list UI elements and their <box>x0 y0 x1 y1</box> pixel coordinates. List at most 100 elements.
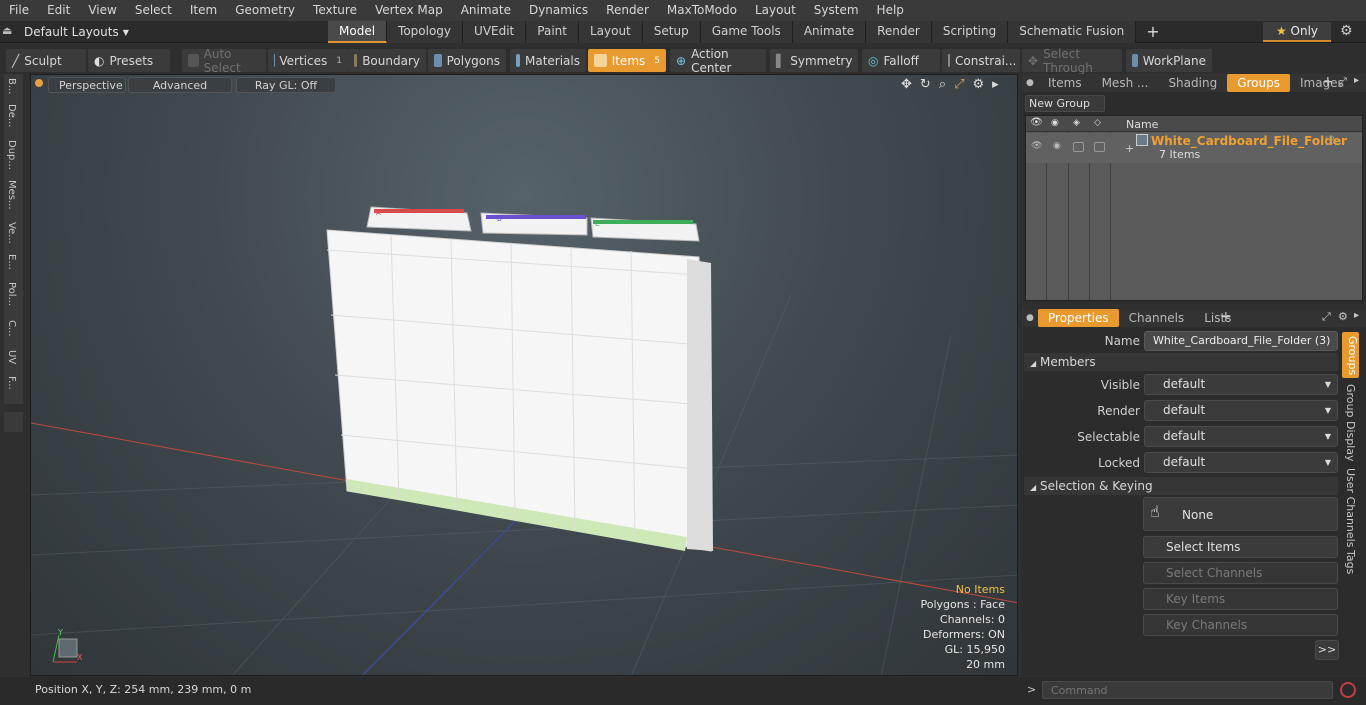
menu-select[interactable]: Select <box>126 0 181 21</box>
sculpt-button[interactable]: ╱ Sculpt <box>6 49 86 72</box>
left-strip-tab[interactable]: De... <box>6 104 17 127</box>
properties-tab-channels[interactable]: Channels <box>1119 309 1195 327</box>
selectable-select[interactable]: default <box>1144 426 1338 447</box>
menu-item[interactable]: Item <box>181 0 226 21</box>
record-icon[interactable] <box>1340 682 1356 698</box>
expand-icon[interactable]: ⤢ <box>1338 75 1347 89</box>
visible-select[interactable]: default <box>1144 374 1338 395</box>
render-select[interactable]: default <box>1144 400 1338 421</box>
groups-tab-items[interactable]: Items <box>1038 74 1092 92</box>
mode-tab-layout[interactable]: Layout <box>578 21 643 43</box>
more-button[interactable]: >> <box>1315 640 1339 660</box>
menu-layout[interactable]: Layout <box>746 0 805 21</box>
row-select-box[interactable] <box>1094 142 1105 152</box>
menu-render[interactable]: Render <box>597 0 658 21</box>
lock-col-icon[interactable]: ◈ <box>1073 118 1080 128</box>
menu-vertex-map[interactable]: Vertex Map <box>366 0 452 21</box>
command-input[interactable] <box>1042 681 1333 699</box>
locked-select[interactable]: default <box>1144 452 1338 473</box>
row-lock-box[interactable] <box>1073 142 1084 152</box>
left-strip-tab[interactable]: Dup... <box>6 140 17 170</box>
expand-icon[interactable]: ⤢ <box>1322 310 1331 324</box>
key-channels-button[interactable]: Key Channels <box>1143 614 1338 636</box>
group-row[interactable]: 👁 ◉ + White_Cardboard_File_Folder (3... … <box>1026 133 1362 163</box>
materials-button[interactable]: Materials <box>510 49 586 72</box>
3d-viewport[interactable]: Perspective Advanced Ray GL: Off ✥ ↻ ⌕ ⤢… <box>30 74 1018 676</box>
auto-select-button[interactable]: Auto Select <box>182 47 266 75</box>
panel-arrow-icon[interactable]: ▸ <box>1354 75 1359 86</box>
left-strip-tab[interactable]: C... <box>6 320 17 337</box>
menu-system[interactable]: System <box>805 0 868 21</box>
left-strip-tab[interactable]: F... <box>6 376 17 390</box>
add-tab-icon[interactable]: + <box>1220 309 1232 325</box>
mode-tab-model[interactable]: Model <box>328 21 388 43</box>
menu-file[interactable]: File <box>0 0 38 21</box>
expand-plus-icon[interactable]: + <box>1125 142 1134 155</box>
groups-tab-mesh[interactable]: Mesh ... <box>1092 74 1159 92</box>
presets-button[interactable]: ◐ Presets <box>88 49 170 72</box>
groups-tab-shading[interactable]: Shading <box>1158 74 1227 92</box>
mode-tab-render[interactable]: Render <box>866 21 932 43</box>
items-button[interactable]: Items 5 <box>588 49 666 72</box>
menu-dynamics[interactable]: Dynamics <box>520 0 597 21</box>
name-field[interactable]: White_Cardboard_File_Folder (3) <box>1144 331 1338 351</box>
panel-arrow-icon[interactable]: ▸ <box>1354 310 1359 321</box>
select-col-icon[interactable]: ◇ <box>1094 118 1101 128</box>
left-strip-tab[interactable]: E... <box>6 254 17 270</box>
new-group-button[interactable]: New Group <box>1025 95 1105 112</box>
render-col-icon[interactable]: ◉ <box>1051 118 1059 128</box>
mode-tab-setup[interactable]: Setup <box>642 21 701 43</box>
panel-menu-icon[interactable]: ● <box>1026 313 1034 323</box>
left-strip-tab[interactable]: Pol... <box>6 282 17 306</box>
mode-tab-animate[interactable]: Animate <box>792 21 867 43</box>
mode-tab-topology[interactable]: Topology <box>387 21 464 43</box>
layout-dropdown[interactable]: Default Layouts ▼ <box>24 21 129 43</box>
properties-tab-lists[interactable]: Lists <box>1194 309 1241 327</box>
gear-icon[interactable]: ⚙ <box>1340 23 1353 39</box>
row-eye-icon[interactable]: 👁 <box>1031 141 1042 151</box>
menu-edit[interactable]: Edit <box>38 0 79 21</box>
action-center-button[interactable]: ⊕ Action Center <box>670 47 766 75</box>
symmetry-button[interactable]: ▌ Symmetry <box>770 49 858 72</box>
left-strip-tab[interactable]: B... <box>6 78 17 94</box>
home-icon[interactable]: ⏏ <box>2 24 18 40</box>
side-tab-group-display[interactable]: Group Display <box>1344 384 1357 462</box>
strip-toggle[interactable] <box>4 412 23 432</box>
visibility-col-icon[interactable]: 👁 <box>1030 117 1043 128</box>
gear-icon[interactable]: ⚙ <box>1338 310 1348 323</box>
menu-animate[interactable]: Animate <box>452 0 520 21</box>
select-through-button[interactable]: ✥ Select Through <box>1022 47 1122 75</box>
mode-tab-uvedit[interactable]: UVEdit <box>463 21 527 43</box>
constraints-button[interactable]: Constrai... <box>942 49 1020 72</box>
polygons-button[interactable]: Polygons <box>428 49 506 72</box>
properties-tab-properties[interactable]: Properties <box>1038 309 1119 327</box>
select-items-button[interactable]: Select Items <box>1143 536 1338 558</box>
none-button[interactable]: ☝ None <box>1143 497 1338 531</box>
key-items-button[interactable]: Key Items <box>1143 588 1338 610</box>
side-tab-user-channels[interactable]: User Channels <box>1344 468 1357 547</box>
left-strip-tab[interactable]: UV <box>6 350 17 364</box>
add-tab-icon[interactable]: + <box>1322 74 1334 90</box>
vertices-button[interactable]: Vertices 1 <box>268 49 348 72</box>
menu-maxtomodo[interactable]: MaxToModo <box>658 0 746 21</box>
falloff-button[interactable]: ◎ Falloff <box>862 49 940 72</box>
left-strip-tab[interactable]: Mes... <box>6 180 17 210</box>
mode-tab-scripting[interactable]: Scripting <box>931 21 1009 43</box>
mode-tab-game-tools[interactable]: Game Tools <box>700 21 793 43</box>
menu-geometry[interactable]: Geometry <box>226 0 304 21</box>
side-tab-tags[interactable]: Tags <box>1344 550 1357 574</box>
select-channels-button[interactable]: Select Channels <box>1143 562 1338 584</box>
menu-help[interactable]: Help <box>868 0 913 21</box>
mode-tab-paint[interactable]: Paint <box>526 21 579 43</box>
add-mode-tab-button[interactable]: + <box>1136 21 1169 43</box>
file-folder-model[interactable]: A B C <box>326 206 713 552</box>
groups-tab-groups[interactable]: Groups <box>1227 74 1290 92</box>
panel-menu-icon[interactable]: ● <box>1026 78 1034 88</box>
menu-view[interactable]: View <box>79 0 125 21</box>
mode-tab-schematic-fusion[interactable]: Schematic Fusion <box>1008 21 1137 43</box>
menu-texture[interactable]: Texture <box>304 0 366 21</box>
only-button[interactable]: ★ Only <box>1263 22 1331 42</box>
left-strip-tab[interactable]: Ve... <box>6 222 17 244</box>
side-tab-groups[interactable]: Groups <box>1342 332 1359 378</box>
row-render-icon[interactable]: ◉ <box>1053 141 1061 151</box>
